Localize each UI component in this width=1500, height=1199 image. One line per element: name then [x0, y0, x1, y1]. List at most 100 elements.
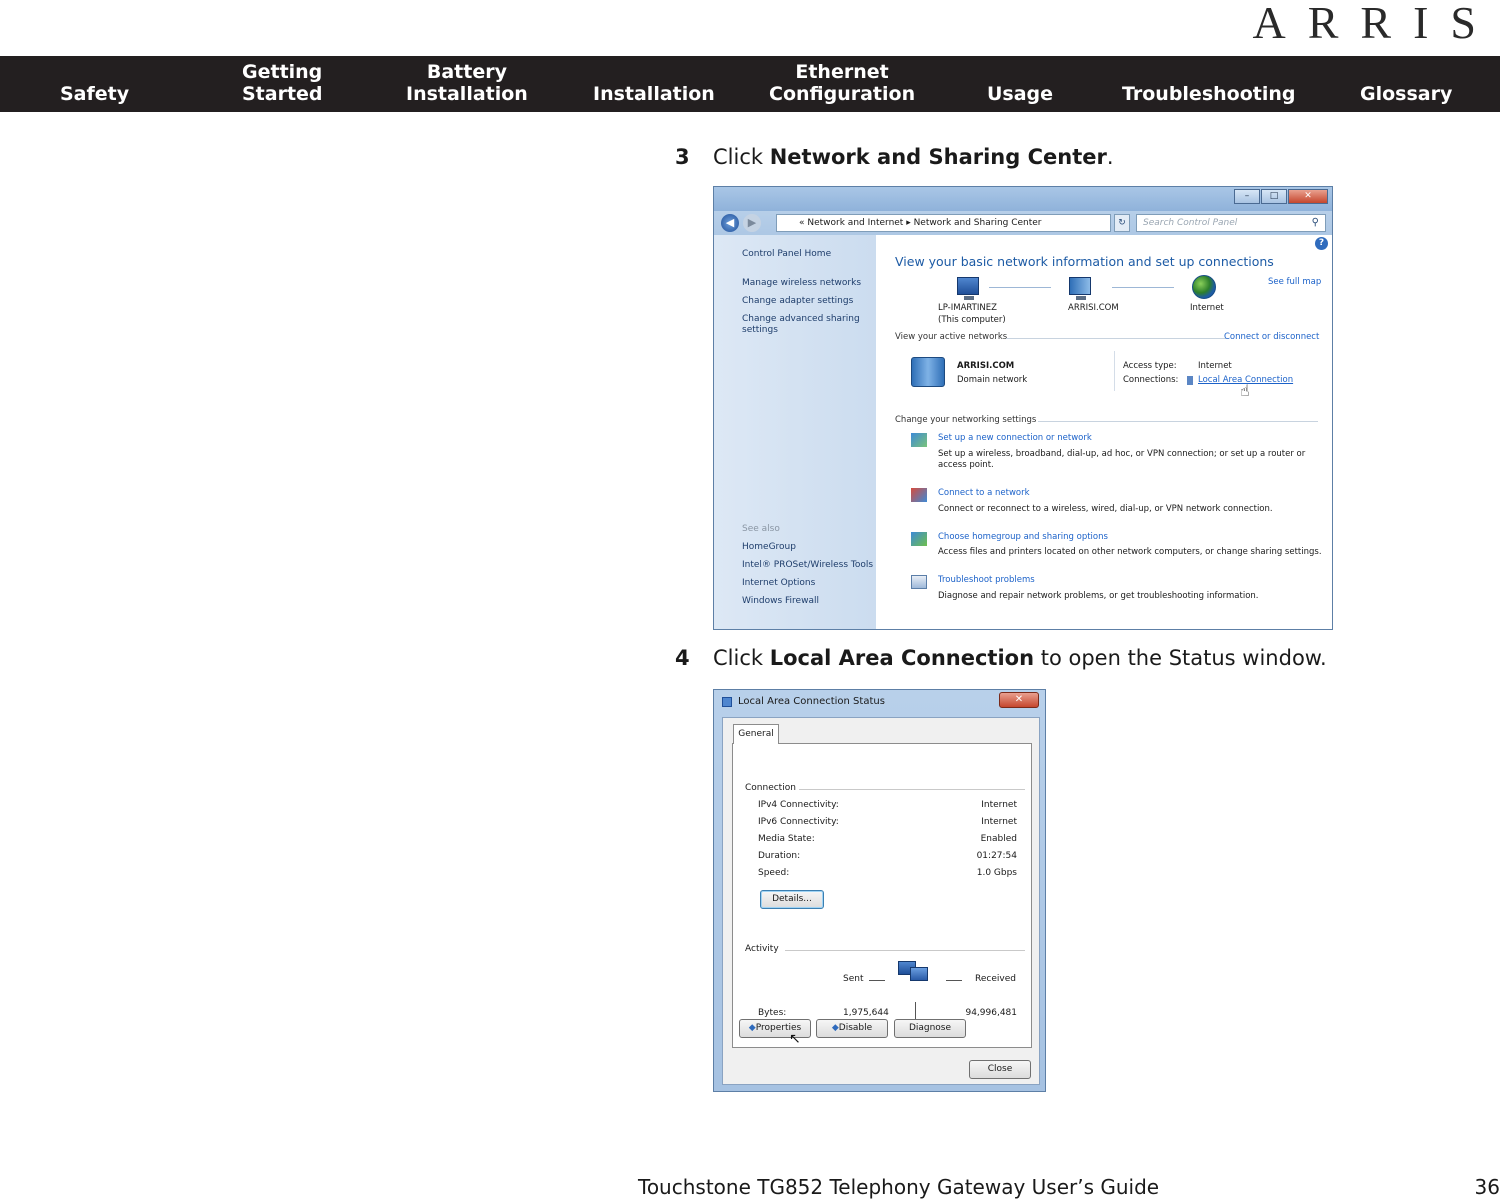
- tab-general[interactable]: General: [733, 724, 779, 744]
- nav-tab-usage[interactable]: Usage: [987, 56, 1053, 112]
- bytes-sent-value: 1,975,644: [843, 1008, 889, 1018]
- local-area-connection-status-screenshot: Local Area Connection Status ✕ Connectio…: [713, 689, 1046, 1092]
- hand-cursor-icon: ☝: [1240, 381, 1250, 400]
- sidebar-item-windows-firewall[interactable]: Windows Firewall: [742, 596, 819, 607]
- map-connector: [1112, 287, 1174, 288]
- task-homegroup-desc: Access files and printers located on oth…: [938, 547, 1322, 557]
- received-label: Received: [975, 974, 1016, 984]
- step-text-bold: Local Area Connection: [769, 646, 1035, 670]
- disable-button[interactable]: ◆Disable: [816, 1019, 888, 1038]
- nav-tab-ethernet-configuration[interactable]: Ethernet Configuration: [769, 56, 915, 112]
- task-setup-connection-link[interactable]: Set up a new connection or network: [938, 433, 1092, 443]
- top-navigation-bar: Safety Getting Started Battery Installat…: [0, 56, 1500, 112]
- task-setup-connection-desc: Set up a wireless, broadband, dial-up, a…: [938, 449, 1306, 459]
- diagnose-button[interactable]: Diagnose: [894, 1019, 966, 1038]
- step-number: 4: [675, 646, 690, 670]
- nav-tab-label: Ethernet: [795, 61, 889, 83]
- close-icon[interactable]: ✕: [999, 692, 1039, 708]
- nav-tab-label: Usage: [987, 83, 1054, 105]
- divider: [785, 950, 1025, 951]
- sidebar-item-change-advanced-cont[interactable]: settings: [742, 325, 778, 336]
- ipv6-value: Internet: [981, 817, 1017, 827]
- maximize-icon[interactable]: □: [1261, 189, 1287, 204]
- bytes-received-value: 94,996,481: [965, 1008, 1017, 1018]
- divider: [799, 789, 1025, 790]
- bytes-label: Bytes:: [758, 1008, 787, 1018]
- sent-label: Sent: [843, 974, 864, 984]
- close-button[interactable]: Close: [969, 1060, 1031, 1079]
- window-title-bar: – □ ✕: [714, 187, 1332, 211]
- minimize-icon[interactable]: –: [1234, 189, 1260, 204]
- task-troubleshoot-link[interactable]: Troubleshoot problems: [938, 575, 1035, 585]
- forward-arrow-icon[interactable]: ▶: [743, 214, 761, 232]
- back-arrow-icon[interactable]: ◀: [721, 214, 739, 232]
- nav-tab-troubleshooting[interactable]: Troubleshooting: [1122, 56, 1296, 112]
- page-title: View your basic network information and …: [895, 254, 1274, 269]
- connect-network-icon: [911, 488, 927, 502]
- nav-tab-glossary[interactable]: Glossary: [1360, 56, 1452, 112]
- new-connection-icon: [911, 433, 927, 447]
- nav-tab-label: Glossary: [1360, 83, 1453, 105]
- nav-tab-label: Battery: [426, 61, 507, 83]
- internet-label: Internet: [1190, 303, 1224, 313]
- domain-network-icon: [1069, 277, 1091, 300]
- breadcrumb[interactable]: « Network and Internet ▸ Network and Sha…: [776, 214, 1111, 232]
- ipv6-label: IPv6 Connectivity:: [758, 817, 839, 827]
- sidebar-item-manage-wireless[interactable]: Manage wireless networks: [742, 278, 861, 289]
- nav-tab-label: Installation: [406, 83, 528, 105]
- dialog-title: Local Area Connection Status: [738, 696, 885, 707]
- breadcrumb-text: « Network and Internet ▸ Network and Sha…: [799, 218, 1042, 228]
- task-connect-network-link[interactable]: Connect to a network: [938, 488, 1030, 498]
- search-placeholder: Search Control Panel: [1143, 218, 1238, 228]
- nav-tab-installation[interactable]: Installation: [593, 56, 715, 112]
- sidebar-item-intel-proset[interactable]: Intel® PROSet/Wireless Tools: [742, 560, 873, 571]
- refresh-icon[interactable]: ↻: [1114, 214, 1130, 232]
- divider: [1038, 421, 1318, 422]
- nav-tab-battery-installation[interactable]: Battery Installation: [406, 56, 528, 112]
- network-sharing-center-screenshot: – □ ✕ ◀ ▶ « Network and Internet ▸ Netwo…: [713, 186, 1333, 630]
- media-state-value: Enabled: [980, 834, 1017, 844]
- see-full-map-link[interactable]: See full map: [1268, 277, 1321, 287]
- access-type-label: Access type:: [1123, 361, 1177, 371]
- duration-label: Duration:: [758, 851, 801, 861]
- nav-tab-label: Getting: [242, 61, 323, 83]
- help-icon[interactable]: ?: [1315, 237, 1328, 250]
- step-text: Click Local Area Connection to open the …: [713, 646, 1327, 670]
- close-icon[interactable]: ✕: [1288, 189, 1328, 204]
- page-number: 36: [1474, 1175, 1500, 1199]
- details-button[interactable]: Details...: [760, 890, 824, 909]
- sidebar-item-change-advanced[interactable]: Change advanced sharing: [742, 314, 860, 325]
- connections-label: Connections:: [1123, 375, 1179, 385]
- sidebar-item-homegroup[interactable]: HomeGroup: [742, 542, 796, 553]
- network-icon: [911, 357, 945, 387]
- task-troubleshoot-desc: Diagnose and repair network problems, or…: [938, 591, 1259, 601]
- access-type-value: Internet: [1198, 361, 1232, 371]
- sidebar-item-change-adapter[interactable]: Change adapter settings: [742, 296, 853, 307]
- connect-disconnect-link[interactable]: Connect or disconnect: [1224, 332, 1319, 342]
- sidebar-item-control-panel-home[interactable]: Control Panel Home: [742, 249, 831, 260]
- connection-heading: Connection: [745, 783, 796, 793]
- sidebar-item-internet-options[interactable]: Internet Options: [742, 578, 815, 589]
- nav-tab-label: Troubleshooting: [1122, 83, 1296, 105]
- active-networks-heading: View your active networks: [895, 332, 1008, 342]
- divider: [915, 1002, 916, 1020]
- computer-icon: [957, 277, 979, 300]
- dialog-body: Connection IPv4 Connectivity: Internet I…: [722, 717, 1040, 1085]
- search-input[interactable]: Search Control Panel ⚲: [1136, 214, 1326, 232]
- task-homegroup-link[interactable]: Choose homegroup and sharing options: [938, 532, 1108, 542]
- homegroup-icon: [911, 532, 927, 546]
- ipv4-label: IPv4 Connectivity:: [758, 800, 839, 810]
- step-text-suffix: .: [1106, 145, 1114, 169]
- nav-tab-getting-started[interactable]: Getting Started: [242, 56, 323, 112]
- nav-tab-safety[interactable]: Safety: [60, 56, 129, 112]
- domain-name: ARRISI.COM: [1068, 303, 1119, 313]
- step-number: 3: [675, 145, 690, 169]
- divider: [1114, 351, 1115, 391]
- divider: [869, 980, 885, 981]
- disable-button-label: Disable: [838, 1023, 873, 1033]
- main-content: ? View your basic network information an…: [876, 235, 1332, 629]
- search-icon[interactable]: ⚲: [1312, 215, 1319, 231]
- nav-tab-label: Started: [242, 83, 323, 105]
- network-activity-icon: [898, 961, 930, 987]
- window-controls: – □ ✕: [1233, 189, 1328, 204]
